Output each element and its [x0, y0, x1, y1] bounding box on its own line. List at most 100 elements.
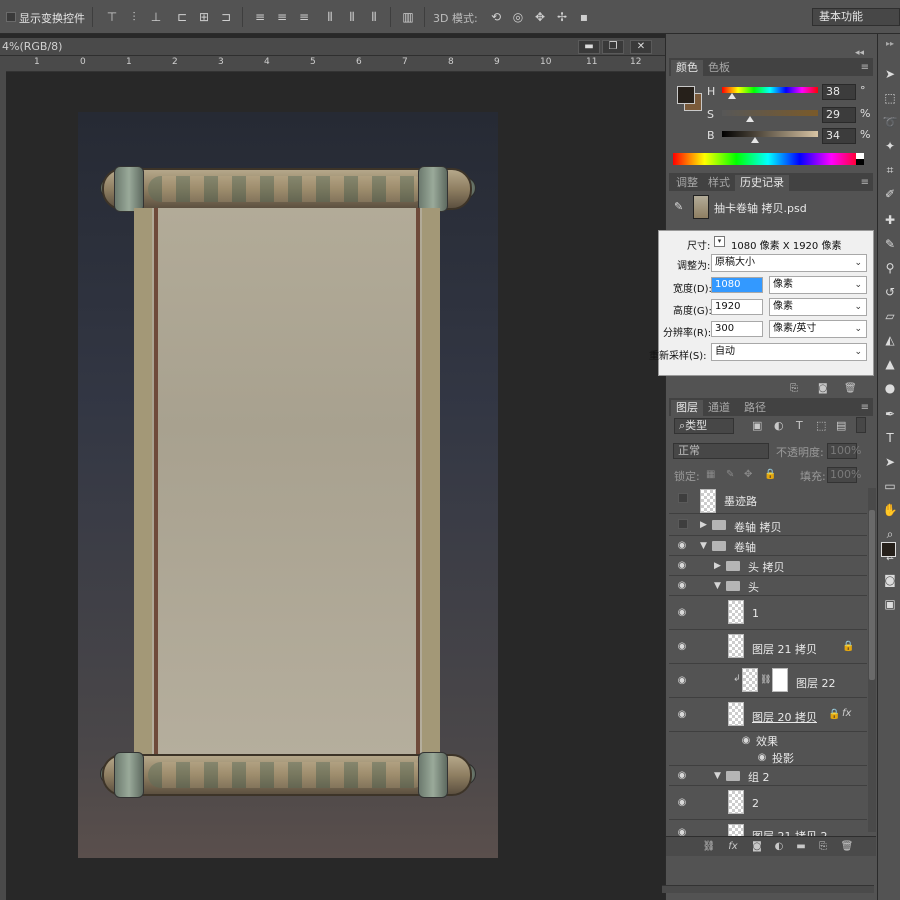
layer-name[interactable]: 图层 20 拷贝: [752, 709, 817, 725]
layer-name[interactable]: 图层 21 拷贝 2: [752, 828, 828, 836]
marquee-tool-icon[interactable]: ⬚: [882, 90, 898, 106]
eye-icon[interactable]: ◉: [676, 798, 688, 808]
align-left-icon[interactable]: ⊏: [174, 9, 190, 25]
align-right-icon[interactable]: ⊐: [218, 9, 234, 25]
effects-label[interactable]: 效果: [756, 733, 778, 749]
blur-tool-icon[interactable]: ▲: [882, 356, 898, 372]
panel-menu-icon[interactable]: ≡: [861, 177, 869, 188]
brightness-slider-marker[interactable]: [751, 137, 759, 143]
fx-icon[interactable]: fx: [842, 708, 851, 719]
crop-tool-icon[interactable]: ⌗: [882, 162, 898, 178]
eye-icon[interactable]: ◉: [676, 710, 688, 720]
eye-icon[interactable]: ◉: [676, 771, 688, 781]
align-hcenter-icon[interactable]: ⊞: [196, 9, 212, 25]
collapse-arrow-icon[interactable]: ▼: [714, 581, 721, 591]
layer-name[interactable]: 卷轴 拷贝: [734, 519, 782, 535]
tab-styles[interactable]: 样式: [703, 175, 735, 191]
collapse-tools-icon[interactable]: ▸▸: [882, 36, 898, 52]
layer-row[interactable]: [669, 576, 867, 596]
tab-layers[interactable]: 图层: [671, 400, 703, 416]
width-unit-select[interactable]: 像素 ⌄: [769, 276, 867, 294]
resample-select[interactable]: 自动 ⌄: [711, 343, 867, 361]
workspace-switcher[interactable]: 基本功能: [812, 8, 900, 26]
expand-arrow-icon[interactable]: ▶: [714, 561, 721, 571]
layer-name[interactable]: 2: [752, 797, 759, 810]
type-tool-icon[interactable]: T: [882, 430, 898, 446]
healing-brush-tool-icon[interactable]: ✚: [882, 212, 898, 228]
eye-icon[interactable]: ◉: [676, 581, 688, 591]
layer-name[interactable]: 组 2: [748, 769, 770, 785]
hue-slider[interactable]: [722, 87, 818, 93]
move-tool-icon[interactable]: ➤: [882, 66, 898, 82]
3d-pan-icon[interactable]: ✥: [532, 9, 548, 25]
fill-field[interactable]: 100%: [827, 467, 861, 483]
lock-transparent-icon[interactable]: ▦: [706, 469, 715, 480]
fit-to-select[interactable]: 原稿大小 ⌄: [711, 254, 867, 272]
distribute-left-icon[interactable]: ⦀: [322, 9, 338, 25]
resolution-unit-select[interactable]: 像素/英寸 ⌄: [769, 320, 867, 338]
artwork-canvas[interactable]: [78, 112, 498, 858]
collapse-panels-icon[interactable]: ◂◂: [855, 48, 864, 58]
eye-icon[interactable]: ◉: [676, 676, 688, 686]
saturation-slider-marker[interactable]: [746, 116, 754, 122]
minimize-button[interactable]: ▬: [578, 40, 600, 54]
distribute-top-icon[interactable]: ≡: [252, 9, 268, 25]
drop-shadow-label[interactable]: 投影: [772, 750, 794, 766]
saturation-slider[interactable]: [722, 110, 818, 116]
maximize-button[interactable]: ❐: [602, 40, 624, 54]
filter-toggle[interactable]: [856, 417, 866, 433]
filter-type-icon[interactable]: T: [796, 419, 803, 432]
eye-icon[interactable]: ◉: [676, 561, 688, 571]
collapse-arrow-icon[interactable]: ▼: [700, 541, 707, 551]
brightness-value-field[interactable]: 34: [822, 128, 856, 144]
eye-icon[interactable]: ◉: [676, 828, 688, 837]
dodge-tool-icon[interactable]: ●: [882, 380, 898, 396]
link-layers-icon[interactable]: ⛓: [702, 841, 716, 853]
height-unit-select[interactable]: 像素 ⌄: [769, 298, 867, 316]
3d-roll-icon[interactable]: ◎: [510, 9, 526, 25]
expand-arrow-icon[interactable]: ▶: [700, 520, 707, 530]
panel-menu-icon[interactable]: ≡: [861, 62, 869, 73]
width-input[interactable]: 1080: [711, 277, 763, 293]
hue-value-field[interactable]: 38: [822, 84, 856, 100]
filter-pixel-icon[interactable]: ▣: [752, 419, 762, 432]
eyedropper-tool-icon[interactable]: ✐: [882, 186, 898, 202]
saturation-value-field[interactable]: 29: [822, 107, 856, 123]
tab-swatches[interactable]: 色板: [703, 60, 735, 76]
close-button[interactable]: ✕: [630, 40, 652, 54]
filter-shape-icon[interactable]: ⬚: [816, 419, 826, 432]
eye-icon[interactable]: ◉: [740, 736, 752, 746]
3d-scale-icon[interactable]: ▪: [576, 9, 592, 25]
camera-icon[interactable]: ◙: [818, 383, 828, 394]
lock-all-icon[interactable]: 🔒: [764, 469, 776, 480]
color-spectrum-bar[interactable]: [673, 153, 863, 165]
tab-adjustments[interactable]: 调整: [671, 175, 703, 191]
tab-paths[interactable]: 路径: [739, 400, 771, 416]
distribute-hcenter-icon[interactable]: ⦀: [344, 9, 360, 25]
delete-layer-icon[interactable]: 🗑: [840, 841, 854, 853]
adjustment-layer-icon[interactable]: ◐: [772, 841, 786, 853]
foreground-color-swatch[interactable]: [677, 86, 695, 104]
add-style-icon[interactable]: fx: [726, 841, 740, 853]
resolution-input[interactable]: 300: [711, 321, 763, 337]
filter-adjustment-icon[interactable]: ◐: [774, 419, 784, 432]
lock-pixels-icon[interactable]: ✎: [726, 469, 734, 480]
history-brush-tool-icon[interactable]: ↺: [882, 284, 898, 300]
show-transform-checkbox[interactable]: [6, 12, 16, 22]
eye-icon[interactable]: ◉: [676, 541, 688, 551]
link-icon[interactable]: ⛓: [760, 675, 771, 685]
new-document-from-state-icon[interactable]: ⎘: [790, 383, 798, 394]
tab-history[interactable]: 历史记录: [735, 175, 789, 191]
zoom-tool-icon[interactable]: ⌕: [882, 526, 898, 542]
new-layer-icon[interactable]: ⎘: [816, 841, 830, 853]
opacity-field[interactable]: 100%: [827, 443, 861, 459]
pen-tool-icon[interactable]: ✒: [882, 406, 898, 422]
align-vcenter-icon[interactable]: ⫶: [126, 9, 142, 25]
collapse-arrow-icon[interactable]: ▼: [714, 771, 721, 781]
eraser-tool-icon[interactable]: ▱: [882, 308, 898, 324]
visibility-toggle[interactable]: [678, 493, 688, 503]
auto-align-icon[interactable]: ▥: [400, 9, 416, 25]
layer-name[interactable]: 头 拷贝: [748, 559, 785, 575]
layers-scrollbar-thumb[interactable]: [869, 510, 875, 680]
align-top-icon[interactable]: ⊤: [104, 9, 120, 25]
